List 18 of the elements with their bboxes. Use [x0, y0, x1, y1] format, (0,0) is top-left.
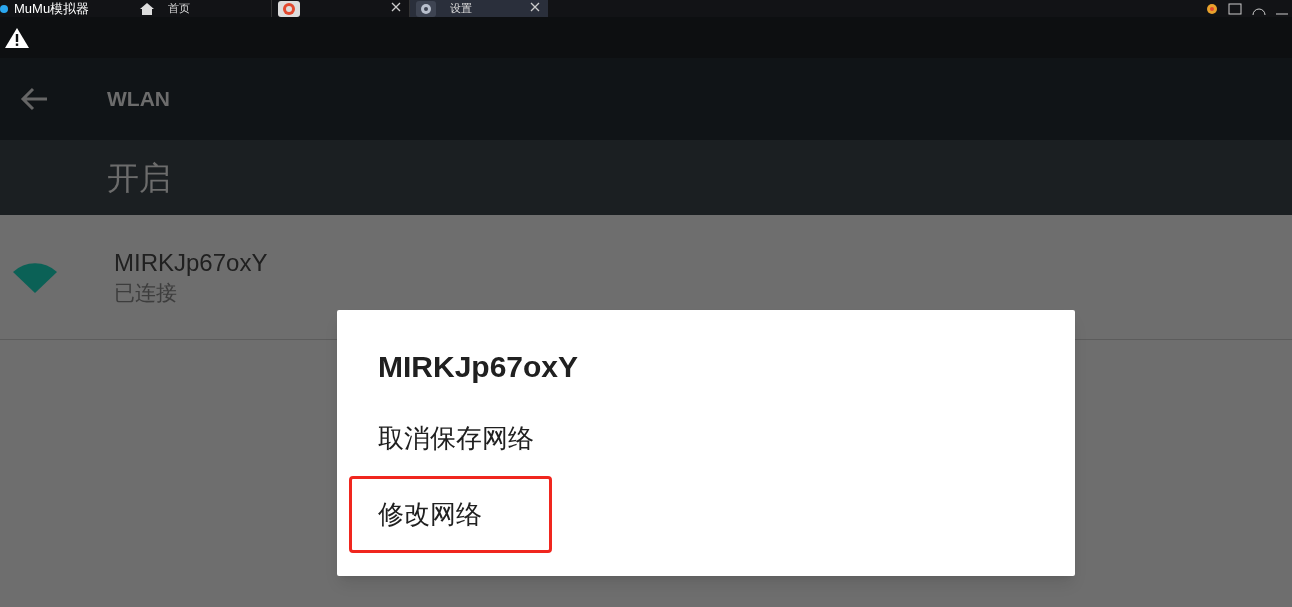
home-icon: [140, 2, 154, 15]
dialog-title: MIRKJp67oxY: [378, 349, 579, 385]
gear-icon: [416, 0, 436, 17]
menu-option[interactable]: 取消保存网络: [349, 400, 552, 477]
screen-title: WLAN: [107, 86, 170, 113]
network-name: MIRKJp67oxY: [114, 248, 268, 278]
switch-label: 开启: [107, 158, 171, 198]
window-icon[interactable]: [1228, 2, 1242, 15]
logo-icon: [0, 4, 8, 13]
back-icon[interactable]: [20, 87, 48, 111]
app-icon: [278, 0, 300, 17]
close-icon[interactable]: [391, 2, 401, 12]
app-title: MuMu模拟器: [14, 2, 91, 15]
warning-icon: [4, 26, 30, 49]
tab[interactable]: 设置: [410, 0, 548, 17]
menu-option[interactable]: 修改网络: [349, 476, 552, 553]
close-icon[interactable]: [530, 2, 540, 12]
wifi-icon: [13, 261, 57, 293]
